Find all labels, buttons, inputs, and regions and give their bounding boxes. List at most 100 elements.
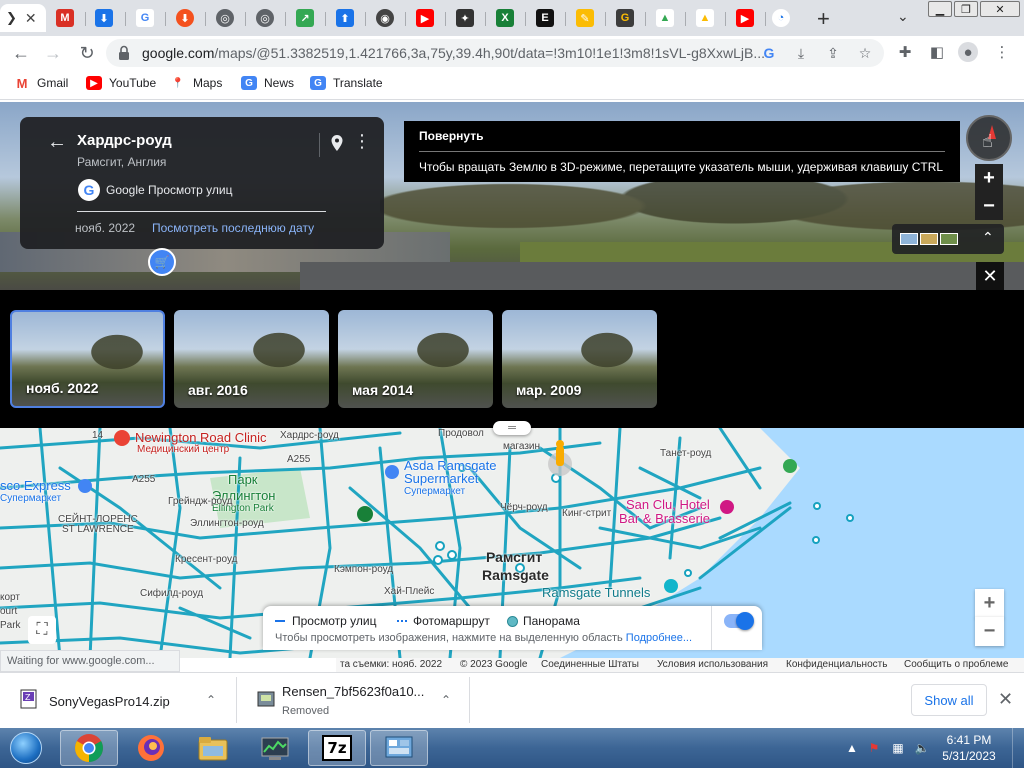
new-tab-button[interactable]: + bbox=[817, 6, 830, 32]
map-pin-icon[interactable] bbox=[330, 134, 344, 152]
youtube-tab-icon[interactable]: ▶ bbox=[416, 9, 434, 27]
share-tab-icon[interactable]: ↗ bbox=[296, 9, 314, 27]
tooltip-title: Повернуть bbox=[419, 129, 484, 143]
excel-tab-icon[interactable]: X bbox=[496, 9, 514, 27]
globe-tab-icon[interactable]: ◎ bbox=[216, 9, 234, 27]
install-icon[interactable]: ⤓ bbox=[792, 44, 810, 62]
start-button[interactable] bbox=[2, 729, 50, 767]
chrome-tab-icon[interactable]: ◉ bbox=[376, 9, 394, 27]
tab-active[interactable]: ❯ ✕ bbox=[0, 4, 46, 32]
close-shelf-icon[interactable]: ✕ bbox=[998, 689, 1013, 710]
back-button[interactable]: ← bbox=[10, 42, 32, 64]
bookmark-translate[interactable]: G Translate bbox=[310, 76, 383, 90]
footer-privacy-link[interactable]: Конфиденциальность bbox=[786, 659, 887, 670]
footer-terms-link[interactable]: Условия использования bbox=[657, 659, 768, 670]
timeline-thumb-2009[interactable]: мар. 2009 bbox=[502, 310, 657, 408]
browser-menu-icon[interactable]: ⋮ bbox=[992, 42, 1012, 62]
map-zoom-out-button[interactable]: − bbox=[975, 617, 1004, 646]
taskbar-firefox[interactable] bbox=[122, 730, 180, 766]
sv-zoom-out-button[interactable]: − bbox=[975, 192, 1003, 220]
lock-icon[interactable] bbox=[118, 45, 130, 61]
bookmark-gmail[interactable]: M Gmail bbox=[14, 76, 68, 91]
reload-button[interactable]: ↻ bbox=[76, 42, 98, 64]
timeline-thumb-2022[interactable]: нояб. 2022 bbox=[10, 310, 165, 408]
network-icon[interactable]: ▦ bbox=[890, 740, 906, 756]
footer-report-link[interactable]: Сообщить о проблеме bbox=[904, 659, 1008, 670]
expand-map-icon[interactable]: ⛶ bbox=[28, 616, 56, 644]
map-label-food-store[interactable]: Продовол bbox=[438, 428, 484, 439]
pencil-tab-icon[interactable]: ✎ bbox=[576, 9, 594, 27]
tab-separator bbox=[485, 12, 486, 26]
download-tab-icon[interactable]: ⬇ bbox=[95, 9, 113, 27]
side-panel-icon[interactable]: ◧ bbox=[927, 42, 947, 62]
bookmark-youtube[interactable]: ▶ YouTube bbox=[86, 76, 156, 90]
taskbar-explorer[interactable] bbox=[184, 730, 242, 766]
photo-thumbnails-toggle[interactable]: ⌃ bbox=[892, 224, 1004, 254]
tab-close-icon[interactable]: ✕ bbox=[25, 10, 37, 27]
profile-avatar-icon[interactable]: ● bbox=[958, 42, 978, 62]
map-label-clinic[interactable]: Newington Road Clinic bbox=[135, 430, 267, 445]
globe-tab-icon-2[interactable]: ◎ bbox=[256, 9, 274, 27]
compass-rotate-control[interactable]: ☝ bbox=[966, 115, 1012, 161]
minimize-button[interactable]: ▁ bbox=[928, 1, 952, 17]
taskbar-clock[interactable]: 6:41 PM 5/31/2023 bbox=[932, 732, 1006, 764]
chevron-up-icon[interactable]: ⌃ bbox=[206, 693, 216, 707]
bookmark-news[interactable]: G News bbox=[241, 76, 294, 90]
address-bar[interactable]: google.com/maps/@51.3382519,1.421766,3a,… bbox=[106, 39, 884, 67]
taskbar-chrome[interactable] bbox=[60, 730, 118, 766]
download-item-sonyvegas[interactable]: Z SonyVegasPro14.zip ⌃ bbox=[0, 673, 236, 729]
share-icon[interactable]: ⇪ bbox=[824, 44, 842, 62]
map-label-san-clu[interactable]: San Clu, Hotel bbox=[626, 497, 710, 512]
upload-tab-icon[interactable]: ⬆ bbox=[336, 9, 354, 27]
doc-tab-icon[interactable]: E bbox=[536, 9, 554, 27]
map-label-tesco[interactable]: sco Express bbox=[0, 478, 71, 493]
youtube-tab-icon-2[interactable]: ▶ bbox=[736, 9, 754, 27]
map-zoom-in-button[interactable]: + bbox=[975, 589, 1004, 618]
window-close-button[interactable]: ✕ bbox=[980, 1, 1020, 17]
learn-more-link[interactable]: Подробнее... bbox=[626, 632, 692, 644]
map-label-san-clu-2[interactable]: Bar & Brasserie bbox=[619, 511, 710, 526]
shopping-cart-icon[interactable]: 🛒 bbox=[148, 248, 176, 276]
download-tab-icon-2[interactable]: ⬇ bbox=[176, 9, 194, 27]
close-timeline-button[interactable]: ✕ bbox=[976, 262, 1004, 290]
action-center-icon[interactable]: ⚑ bbox=[866, 740, 882, 756]
extensions-icon[interactable]: ✚ bbox=[895, 42, 915, 62]
map-label-park[interactable]: Парк bbox=[228, 472, 258, 487]
more-options-icon[interactable]: ⋮ bbox=[353, 132, 371, 150]
map-label-tunnels[interactable]: Ramsgate Tunnels bbox=[542, 585, 650, 600]
timeline-thumb-2014[interactable]: мая 2014 bbox=[338, 310, 493, 408]
gmail-tab-icon[interactable]: M bbox=[56, 9, 74, 27]
map-label-asda-category: Супермаркет bbox=[404, 486, 466, 497]
forward-button[interactable]: → bbox=[42, 42, 64, 64]
show-desktop-button[interactable] bbox=[1012, 728, 1024, 768]
drive-tab-icon[interactable]: ▲ bbox=[656, 9, 674, 27]
chevron-down-icon[interactable]: ⌄ bbox=[897, 8, 909, 25]
chevron-up-icon[interactable]: ⌃ bbox=[441, 693, 451, 707]
resize-drag-handle[interactable]: ═ bbox=[493, 421, 531, 435]
google-tab-icon[interactable]: G bbox=[136, 9, 154, 27]
taskbar-7zip[interactable]: 7z bbox=[308, 730, 366, 766]
timeline-date-label: мар. 2009 bbox=[516, 382, 582, 398]
map-label-asda-2[interactable]: Supermarket bbox=[404, 471, 478, 486]
show-all-downloads-button[interactable]: Show all bbox=[911, 684, 987, 716]
site-tab-icon[interactable]: ✦ bbox=[456, 9, 474, 27]
sv-zoom-in-button[interactable]: + bbox=[975, 164, 1003, 192]
volume-icon[interactable]: 🔈 bbox=[914, 740, 930, 756]
see-latest-date-link[interactable]: Посмотреть последнюю дату bbox=[152, 221, 314, 235]
download-item-rensen[interactable]: Rensen_7bf5623f0a10... Removed ⌃ bbox=[237, 673, 469, 729]
taskbar-control-panel[interactable] bbox=[370, 730, 428, 766]
back-arrow-icon[interactable]: ← bbox=[47, 131, 67, 154]
street-view-layer-toggle[interactable] bbox=[724, 612, 754, 630]
maximize-button[interactable]: ❐ bbox=[954, 1, 978, 17]
bookmark-maps[interactable]: 📍 Maps bbox=[170, 76, 223, 90]
map-label-food-store-2[interactable]: магазин bbox=[503, 441, 540, 452]
tray-overflow-icon[interactable]: ▲ bbox=[844, 740, 860, 756]
footer-country[interactable]: Соединенные Штаты bbox=[541, 659, 639, 670]
bookmark-star-icon[interactable]: ☆ bbox=[856, 44, 874, 62]
drive-tab-icon-2[interactable]: ▲ bbox=[696, 9, 714, 27]
loading-tab-icon[interactable]: ◔ bbox=[772, 9, 790, 27]
timeline-thumb-2016[interactable]: авг. 2016 bbox=[174, 310, 329, 408]
taskbar-taskmgr[interactable] bbox=[246, 730, 304, 766]
google-lens-icon[interactable]: G bbox=[760, 44, 778, 62]
g-tab-icon[interactable]: G bbox=[616, 9, 634, 27]
